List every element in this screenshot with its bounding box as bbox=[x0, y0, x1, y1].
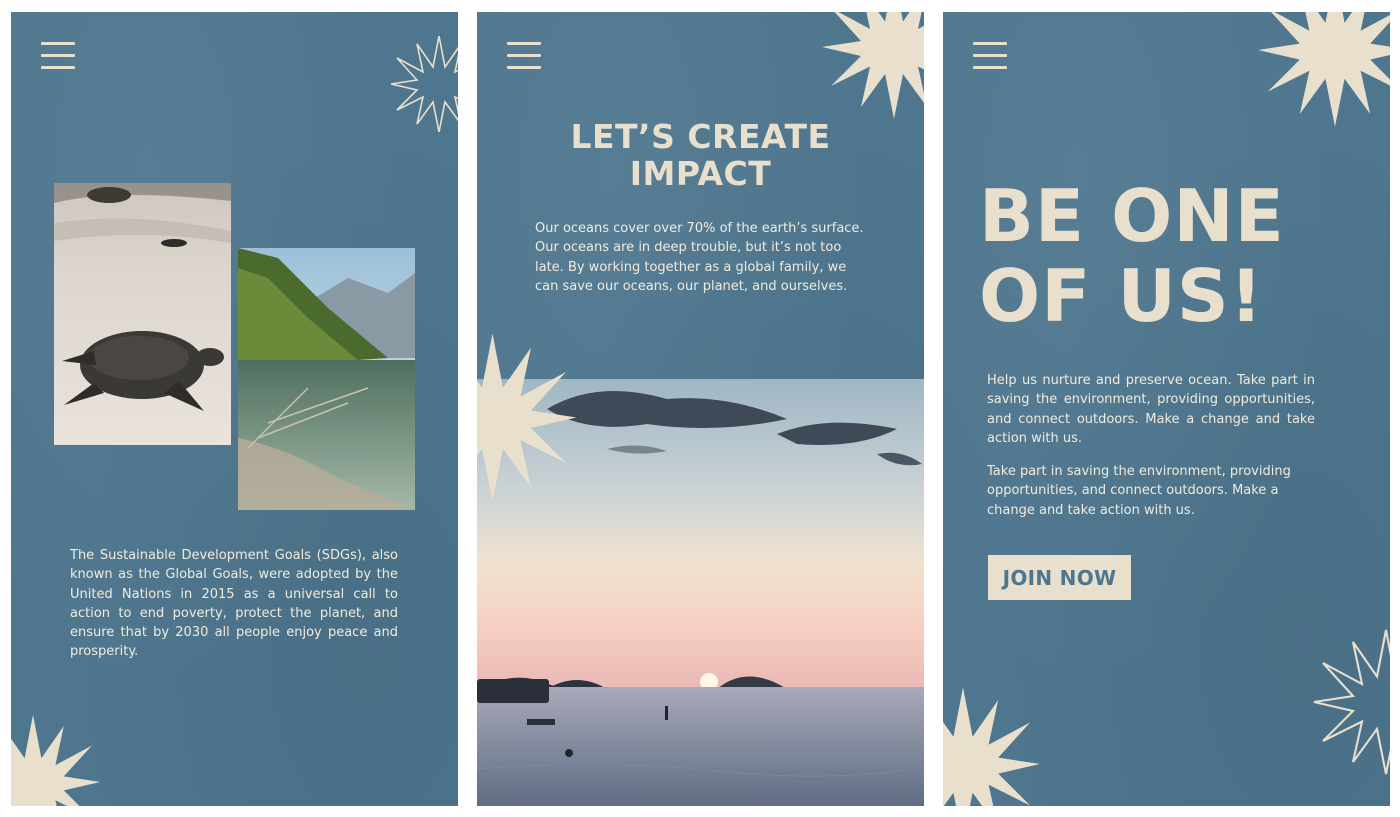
starburst-outline-icon bbox=[390, 35, 458, 133]
impact-headline-line2: IMPACT bbox=[629, 154, 772, 193]
impact-headline-line1: LET’S CREATE bbox=[570, 117, 831, 156]
menu-icon[interactable] bbox=[41, 42, 75, 70]
join-headline-line2: OF US! bbox=[979, 254, 1264, 338]
sdg-description: The Sustainable Development Goals (SDGs)… bbox=[70, 548, 398, 660]
join-description-1: Help us nurture and preserve ocean. Take… bbox=[987, 373, 1315, 446]
panel-join-us: BE ONE OF US! Help us nurture and preser… bbox=[943, 12, 1390, 806]
oceans-description: Our oceans cover over 70% of the earth’s… bbox=[535, 221, 864, 294]
sea-turtle-photo bbox=[54, 183, 231, 445]
coastline-photo bbox=[238, 248, 415, 510]
join-now-button[interactable]: JOIN NOW bbox=[988, 555, 1131, 600]
starburst-filled-icon bbox=[822, 12, 924, 119]
starburst-filled-icon bbox=[1258, 12, 1390, 127]
join-headline: BE ONE OF US! bbox=[979, 176, 1379, 336]
starburst-filled-icon bbox=[477, 333, 577, 502]
impact-headline: LET’S CREATE IMPACT bbox=[477, 118, 924, 192]
menu-icon[interactable] bbox=[507, 42, 541, 70]
menu-icon[interactable] bbox=[973, 42, 1007, 70]
join-description-2: Take part in saving the environment, pro… bbox=[987, 464, 1291, 518]
starburst-outline-icon bbox=[1313, 629, 1390, 775]
starburst-filled-icon bbox=[11, 714, 101, 806]
panel-create-impact: LET’S CREATE IMPACT Our oceans cover ove… bbox=[477, 12, 924, 806]
starburst-filled-icon bbox=[943, 687, 1040, 806]
panel-sdg-intro: The Sustainable Development Goals (SDGs)… bbox=[11, 12, 458, 806]
join-headline-line1: BE ONE bbox=[979, 174, 1285, 258]
